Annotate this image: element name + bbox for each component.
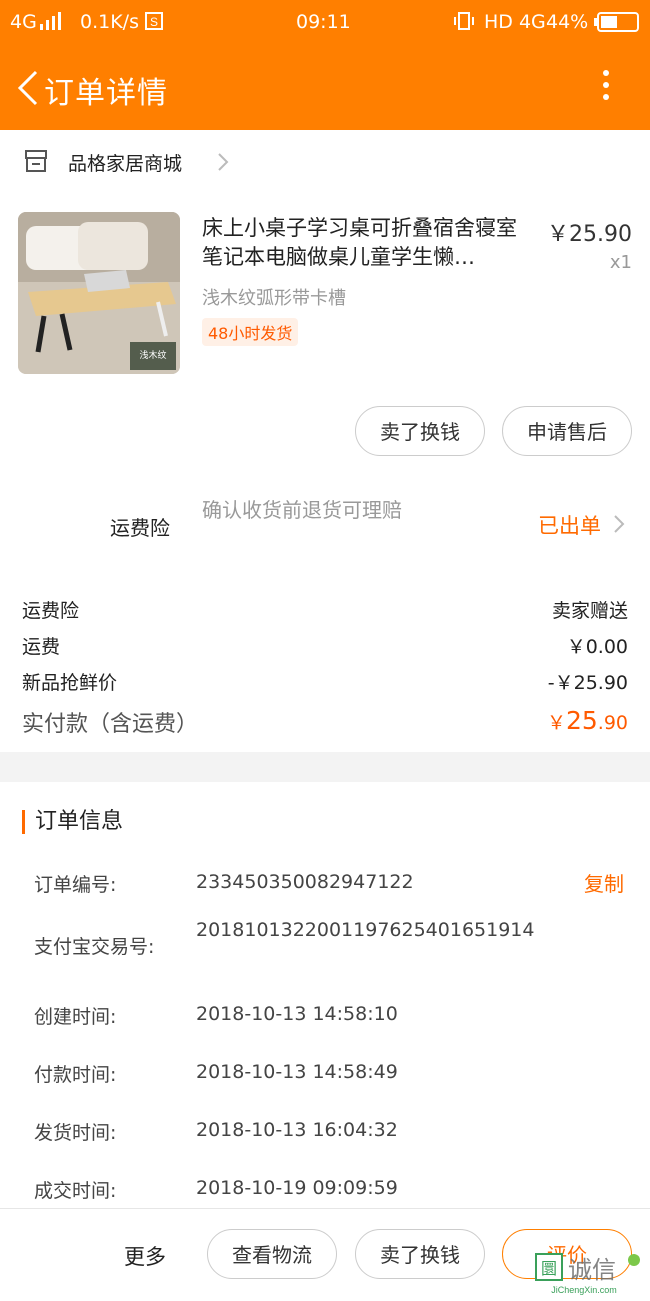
svg-text:圜: 圜 (541, 1259, 557, 1278)
fee-value: ￥0.00 (566, 636, 628, 658)
network-speed: 0.1K/s (80, 11, 139, 33)
product-sku: 浅木纹弧形带卡槽 (202, 288, 346, 309)
shipping-tag: 48小时发货 (202, 318, 299, 346)
watermark-url: JiChengXin.com (551, 1285, 617, 1295)
fee-label: 运费险 (22, 600, 80, 622)
created-time-value: 2018-10-13 14:58:10 (196, 1003, 398, 1025)
fee-row: 运费险 卖家赠送 (22, 596, 628, 623)
order-info-card: 订单信息 订单编号: 233450350082947122 复制 支付宝交易号:… (0, 782, 650, 1212)
svg-text:S: S (150, 15, 158, 29)
insurance-desc: 确认收货前退货可理赔 (202, 498, 402, 522)
battery-percent: 44% (546, 11, 589, 33)
alipay-label: 支付宝交易号: (34, 936, 155, 958)
watermark-text: 诚信 (568, 1256, 616, 1284)
s-app-icon: S (145, 12, 163, 35)
product-title[interactable]: 床上小桌子学习桌可折叠宿舍寝室笔记本电脑做桌儿童学生懒… (202, 214, 537, 272)
deal-time-label: 成交时间: (34, 1180, 117, 1202)
paid-time-value: 2018-10-13 14:58:49 (196, 1061, 398, 1083)
product-thumbnail[interactable]: 浅木纹 (18, 212, 180, 374)
insurance-label: 运费险 (110, 516, 170, 540)
back-icon[interactable] (12, 68, 46, 108)
copy-button[interactable]: 复制 (584, 868, 624, 897)
section-title: 订单信息 (22, 810, 123, 834)
created-time-label: 创建时间: (34, 1006, 117, 1028)
store-icon (24, 150, 48, 172)
product-price: ￥25.90 (547, 222, 632, 247)
shop-row[interactable]: 品格家居商城 (0, 130, 650, 192)
page-title: 订单详情 (44, 76, 168, 111)
resell-button[interactable]: 卖了换钱 (355, 406, 485, 456)
vibrate-icon (452, 12, 476, 35)
chevron-right-icon (612, 514, 626, 534)
after-sales-button[interactable]: 申请售后 (502, 406, 632, 456)
app-header: 4G 0.1K/s S 09:11 HD 4G 44% 订单详情 (0, 0, 650, 130)
network-indicator: 4G (10, 11, 37, 33)
shop-name: 品格家居商城 (68, 153, 183, 175)
product-card: 浅木纹 床上小桌子学习桌可折叠宿舍寝室笔记本电脑做桌儿童学生懒… ￥25.90 … (0, 192, 650, 752)
view-logistics-button[interactable]: 查看物流 (207, 1229, 337, 1279)
more-options-icon[interactable] (590, 70, 622, 106)
paid-time-label: 付款时间: (34, 1064, 117, 1086)
total-row: 实付款（含运费） ￥25.90 (22, 706, 628, 738)
order-number-value: 233450350082947122 (196, 871, 414, 893)
deal-time-value: 2018-10-19 09:09:59 (196, 1177, 398, 1199)
fee-label: 运费 (22, 636, 61, 658)
fee-row: 运费 ￥0.00 (22, 632, 628, 659)
more-button[interactable]: 更多 (124, 1241, 166, 1271)
signal-icon (40, 12, 66, 35)
fee-row: 新品抢鲜价 -￥25.90 (22, 668, 628, 695)
total-amount: ￥25.90 (546, 706, 628, 735)
status-bar: 4G 0.1K/s S 09:11 HD 4G 44% (0, 0, 650, 44)
fee-label: 新品抢鲜价 (22, 672, 118, 694)
watermark-logo: 圜 诚信 JiChengXin.com (534, 1250, 644, 1296)
shipped-time-label: 发货时间: (34, 1122, 117, 1144)
clock: 09:11 (296, 11, 351, 33)
hd-4g-indicator: HD 4G (484, 11, 546, 33)
battery-icon (594, 12, 640, 37)
thumb-label: 浅木纹 (139, 349, 166, 360)
insurance-status[interactable]: 已出单 (538, 510, 601, 540)
order-number-label: 订单编号: (34, 874, 117, 896)
fee-value: -￥25.90 (547, 672, 628, 694)
alipay-value: 2018101322001197625401651914 (196, 919, 535, 941)
shipped-time-value: 2018-10-13 16:04:32 (196, 1119, 398, 1141)
resell-button[interactable]: 卖了换钱 (355, 1229, 485, 1279)
product-quantity: x1 (609, 252, 632, 273)
fee-value: 卖家赠送 (551, 600, 628, 622)
total-label: 实付款（含运费） (22, 712, 199, 737)
chevron-right-icon (216, 152, 230, 172)
